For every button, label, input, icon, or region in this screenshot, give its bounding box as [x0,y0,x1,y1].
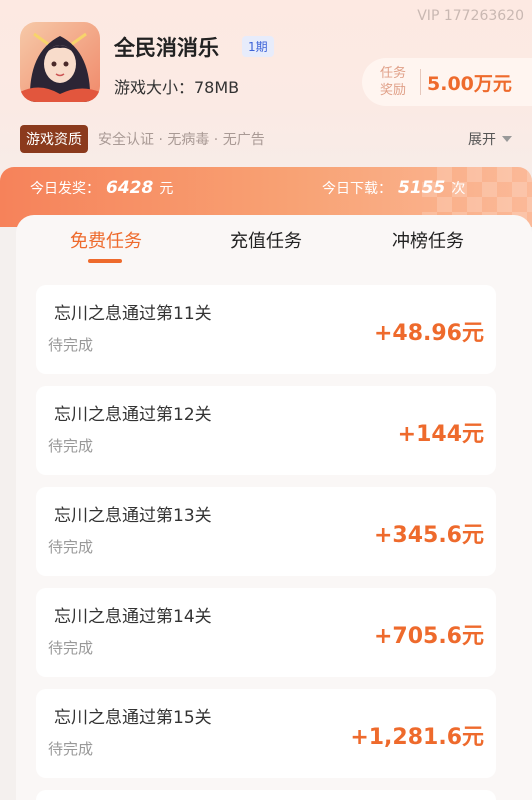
task-panel: 免费任务 充值任务 冲榜任务 忘川之息通过第11关 待完成 +48.96元 忘川… [16,215,532,800]
game-avatar-icon[interactable] [20,22,100,102]
task-status: 待完成 [48,437,94,455]
task-title: 忘川之息通过第14关 [54,607,212,627]
task-card[interactable]: 忘川之息通过第11关 待完成 +48.96元 [36,285,496,374]
qualification-row: 游戏资质 安全认证 · 无病毒 · 无广告 展开 [20,125,512,153]
task-reward: +345.6元 [373,523,484,548]
reward-label-line2: 奖励 [379,83,406,98]
tab-ranking-tasks[interactable]: 冲榜任务 [358,227,498,253]
today-award-unit: 元 [159,181,174,197]
qualification-badge: 游戏资质 [20,125,88,153]
app-name: 全民消消乐 [114,36,219,60]
today-download-stat: 今日下载： 5155 次 [322,178,465,198]
tab-free-tasks[interactable]: 免费任务 [36,227,176,253]
reward-value: 5.00万元 [427,72,512,95]
reward-label-line1: 任务 [379,66,406,81]
reward-divider [420,69,421,95]
task-card[interactable]: 忘川之息通过第14关 待完成 +705.6元 [36,588,496,677]
expand-button[interactable]: 展开 [468,129,512,149]
task-card[interactable]: 忘川之息通过第12关 待完成 +144元 [36,386,496,475]
vip-id-label: VIP 177263620 [417,8,524,24]
task-status: 待完成 [48,740,94,758]
active-tab-indicator [88,259,122,263]
today-award-label: 今日发奖： [30,181,100,197]
today-download-value: 5155 [398,178,446,198]
reward-label: 任务 奖励 [362,65,414,99]
task-title: 忘川之息通过第11关 [54,304,212,324]
task-tabs: 免费任务 充值任务 冲榜任务 [16,215,532,275]
today-download-label: 今日下载： [322,181,392,197]
task-title: 忘川之息通过第13关 [54,506,212,526]
qualification-text: 安全认证 · 无病毒 · 无广告 [98,132,265,148]
task-title: 忘川之息通过第12关 [54,405,212,425]
task-status: 待完成 [48,639,94,657]
task-title: 忘川之息通过第15关 [54,708,212,728]
task-card[interactable]: 忘川之息通过第15关 待完成 +1,281.6元 [36,689,496,778]
period-badge: 1期 [242,36,274,57]
task-reward-pill: 任务 奖励 5.00万元 [362,58,532,106]
game-size-label: 游戏大小：78MB [114,78,240,97]
task-reward: +705.6元 [373,624,484,649]
today-award-stat: 今日发奖： 6428 元 [30,178,173,198]
task-status: 待完成 [48,336,94,354]
task-card-partial[interactable] [36,790,496,800]
task-reward: +48.96元 [373,321,484,346]
task-status: 待完成 [48,538,94,556]
task-reward: +144元 [397,422,484,447]
today-download-unit: 次 [451,181,466,197]
game-header: VIP 177263620 全民消消乐 1期 游戏大小：78MB 任务 奖励 5… [0,0,532,175]
task-card[interactable]: 忘川之息通过第13关 待完成 +345.6元 [36,487,496,576]
expand-label: 展开 [468,132,496,148]
today-award-value: 6428 [106,178,154,198]
chevron-down-icon [502,136,512,142]
tab-recharge-tasks[interactable]: 充值任务 [196,227,336,253]
task-reward: +1,281.6元 [350,725,484,750]
